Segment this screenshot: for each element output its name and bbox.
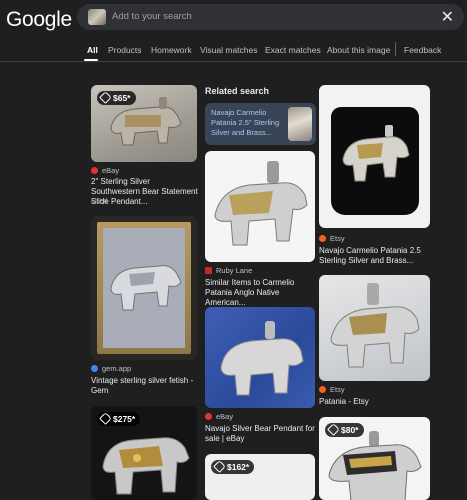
bear-pendant-image <box>342 125 410 182</box>
result-condition: Used <box>91 198 108 205</box>
tabs-divider <box>0 61 467 62</box>
ebay-favicon <box>205 413 212 420</box>
close-icon[interactable]: ✕ <box>441 7 454 27</box>
tab-exact-matches[interactable]: Exact matches <box>265 45 321 55</box>
related-search-query[interactable]: Navajo Carmelio Patania 2.5" Sterling Si… <box>211 108 287 138</box>
result-title[interactable]: Vintage sterling silver fetish - Gem <box>91 376 199 396</box>
gem-favicon <box>91 365 98 372</box>
result-image-3[interactable]: $275* <box>91 406 197 500</box>
result-source[interactable]: Ruby Lane <box>205 266 252 275</box>
bear-pendant-image <box>102 437 190 495</box>
result-image-1[interactable]: $65* <box>91 85 197 162</box>
bear-pendant-image <box>328 431 422 500</box>
tag-icon <box>213 460 226 473</box>
price-badge: $80* <box>325 423 364 437</box>
search-input[interactable]: Add to your search <box>112 11 192 22</box>
related-search-heading: Related search <box>205 86 270 96</box>
result-source[interactable]: gem.app <box>91 364 131 373</box>
price-badge: $275* <box>97 412 141 426</box>
google-logo[interactable]: Google <box>6 8 72 32</box>
related-search-thumbnail <box>288 107 312 141</box>
result-image-6[interactable]: $162* <box>205 454 315 500</box>
related-search-chip[interactable]: Navajo Carmelio Patania 2.5" Sterling Si… <box>205 103 316 145</box>
tab-feedback[interactable]: Feedback <box>404 45 441 55</box>
tab-separator <box>395 42 396 56</box>
result-title[interactable]: Similar Items to Carmelio Patania Anglo … <box>205 278 317 308</box>
result-title[interactable]: Patania - Etsy <box>319 397 431 407</box>
tag-icon <box>99 412 112 425</box>
bear-pendant-image <box>330 283 420 368</box>
tab-about-this-image[interactable]: About this image <box>327 45 390 55</box>
result-image-9[interactable]: $80* <box>319 417 430 500</box>
ebay-favicon <box>91 167 98 174</box>
tab-all[interactable]: All <box>87 45 98 55</box>
result-title[interactable]: Navajo Carmelio Patania 2.5 Sterling Sil… <box>319 246 431 266</box>
tag-icon <box>327 423 340 436</box>
result-image-5[interactable] <box>205 307 315 408</box>
search-image-thumbnail[interactable] <box>88 9 106 25</box>
result-title[interactable]: Navajo Silver Bear Pendant for sale | eB… <box>205 424 317 444</box>
result-source[interactable]: eBay <box>205 412 233 421</box>
result-source[interactable]: eBay <box>91 166 119 175</box>
etsy-favicon <box>319 235 326 242</box>
result-image-7[interactable] <box>319 85 430 228</box>
bear-pendant-image <box>110 97 182 146</box>
price-badge: $162* <box>211 460 255 474</box>
tab-homework[interactable]: Homework <box>151 45 192 55</box>
bear-pendant-image <box>220 321 304 396</box>
tab-products[interactable]: Products <box>108 45 142 55</box>
result-image-4[interactable] <box>205 151 315 262</box>
bear-pendant-image <box>214 161 308 246</box>
price-badge: $65* <box>97 91 136 105</box>
result-source[interactable]: Etsy <box>319 385 345 394</box>
result-source[interactable]: Etsy <box>319 234 345 243</box>
tag-icon <box>99 91 112 104</box>
search-bar[interactable]: Add to your search ✕ <box>77 4 464 30</box>
tab-visual-matches[interactable]: Visual matches <box>200 45 257 55</box>
result-image-2[interactable] <box>91 216 197 360</box>
result-image-8[interactable] <box>319 275 430 381</box>
etsy-favicon <box>319 386 326 393</box>
rubylane-favicon <box>205 267 212 274</box>
bear-fetish-image <box>110 265 182 311</box>
